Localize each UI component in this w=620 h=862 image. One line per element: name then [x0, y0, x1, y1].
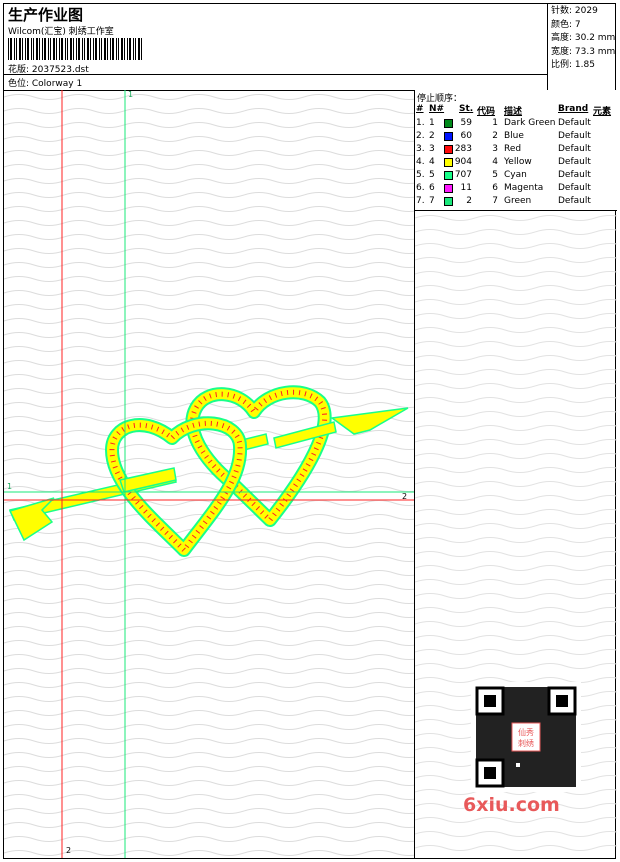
row-needle: 5 — [429, 170, 435, 180]
row-code: 6 — [492, 183, 498, 193]
table-row: 1. 1 59 1 Dark Green Default — [415, 117, 617, 130]
row-description: Dark Green — [504, 118, 556, 128]
col-header-stitches: St. — [459, 104, 474, 114]
row-brand: Default — [558, 170, 591, 180]
row-brand: Default — [558, 118, 591, 128]
watermark-logo: 6xiu.com — [463, 794, 560, 816]
production-worksheet: 生产作业图 Wilcom(汇宝) 刺绣工作室 花版: 2037523.dst 色… — [3, 3, 617, 859]
row-description: Red — [504, 144, 522, 154]
design-scale: 比例: 1.85 — [551, 60, 595, 70]
table-row: 3. 3 283 3 Red Default — [415, 143, 617, 156]
row-stitches: 904 — [454, 157, 472, 167]
stitch-count: 针数: 2029 — [551, 6, 598, 16]
row-code: 2 — [492, 131, 498, 141]
row-stitches: 283 — [454, 144, 472, 154]
row-description: Blue — [504, 131, 524, 141]
row-code: 4 — [492, 157, 498, 167]
row-index: 1. — [416, 118, 425, 128]
row-code: 3 — [492, 144, 498, 154]
design-canvas[interactable]: 1 1 2 2 — [4, 90, 415, 858]
color-swatch — [444, 171, 453, 180]
row-stitches: 11 — [460, 183, 472, 193]
row-needle: 6 — [429, 183, 435, 193]
axis-label-green-h: 1 — [7, 482, 13, 491]
color-swatch — [444, 132, 453, 141]
stop-sequence-title: 停止顺序： — [417, 94, 463, 104]
row-index: 2. — [416, 131, 425, 141]
row-code: 5 — [492, 170, 498, 180]
row-code: 1 — [492, 118, 498, 128]
side-panel: 停止顺序： # N# St. 代码 描述 Brand 元素 1. 1 59 1 Dark… — [415, 90, 617, 858]
design-stats: 针数: 2029 颜色: 7 高度: 30.2 mm 宽度: 73.3 mm 比… — [547, 4, 617, 90]
color-swatch — [444, 184, 453, 193]
col-header-element: 元素 — [593, 107, 612, 117]
row-index: 5. — [416, 170, 425, 180]
col-header-description: 描述 — [504, 107, 523, 117]
color-count: 颜色: 7 — [551, 19, 581, 30]
table-row: 5. 5 707 5 Cyan Default — [415, 169, 617, 182]
design-height: 高度: 30.2 mm — [551, 33, 616, 43]
table-row: 6. 6 11 6 Magenta Default — [415, 182, 617, 195]
design-file-label: 花版: 2037523.dst — [8, 65, 89, 75]
row-needle: 4 — [429, 157, 435, 167]
row-index: 7. — [416, 196, 425, 206]
row-brand: Default — [558, 196, 591, 206]
table-row: 7. 7 2 7 Green Default — [415, 195, 617, 208]
svg-text:仙秀: 仙秀 — [518, 727, 534, 737]
col-header-code: 代码 — [477, 107, 496, 117]
page-title: 生产作业图 — [8, 6, 84, 24]
row-description: Green — [504, 196, 532, 206]
axis-label-green-v: 1 — [128, 90, 134, 99]
row-description: Magenta — [504, 183, 544, 193]
table-row: 4. 4 904 4 Yellow Default — [415, 156, 617, 169]
design-width: 宽度: 73.3 mm — [551, 46, 616, 57]
row-needle: 2 — [429, 131, 435, 141]
embroidery-preview — [4, 90, 414, 858]
fabric-texture — [4, 90, 414, 858]
qr-code-image: 仙秀刺绣 — [471, 682, 581, 792]
color-swatch — [444, 145, 453, 154]
header-panel: 生产作业图 Wilcom(汇宝) 刺绣工作室 花版: 2037523.dst 色… — [4, 4, 617, 91]
company-name: Wilcom(汇宝) 刺绣工作室 — [8, 27, 114, 37]
row-code: 7 — [492, 196, 498, 206]
row-stitches: 59 — [460, 118, 472, 128]
col-header-no: N# — [429, 104, 445, 114]
row-needle: 1 — [429, 118, 435, 128]
row-index: 6. — [416, 183, 425, 193]
axis-label-red-h: 2 — [402, 492, 408, 501]
row-brand: Default — [558, 157, 591, 167]
row-needle: 3 — [429, 144, 435, 154]
col-header-num: # — [416, 104, 424, 114]
row-description: Cyan — [504, 170, 527, 180]
row-description: Yellow — [504, 157, 532, 167]
row-needle: 7 — [429, 196, 435, 206]
svg-text:刺绣: 刺绣 — [518, 738, 534, 748]
axis-label-red-v: 2 — [66, 846, 72, 855]
col-header-brand: Brand — [558, 104, 589, 114]
row-brand: Default — [558, 131, 591, 141]
stop-sequence-table: 停止顺序： # N# St. 代码 描述 Brand 元素 1. 1 59 1 Dark… — [415, 90, 617, 211]
barcode-image — [8, 38, 142, 60]
color-swatch — [444, 158, 453, 167]
row-stitches: 60 — [460, 131, 472, 141]
row-stitches: 2 — [466, 196, 472, 206]
table-row: 2. 2 60 2 Blue Default — [415, 130, 617, 143]
row-brand: Default — [558, 183, 591, 193]
color-swatch — [444, 119, 453, 128]
color-swatch — [444, 197, 453, 206]
row-stitches: 707 — [454, 170, 472, 180]
row-index: 4. — [416, 157, 425, 167]
colorway-label: 色位: Colorway 1 — [8, 79, 83, 89]
row-index: 3. — [416, 144, 425, 154]
row-brand: Default — [558, 144, 591, 154]
